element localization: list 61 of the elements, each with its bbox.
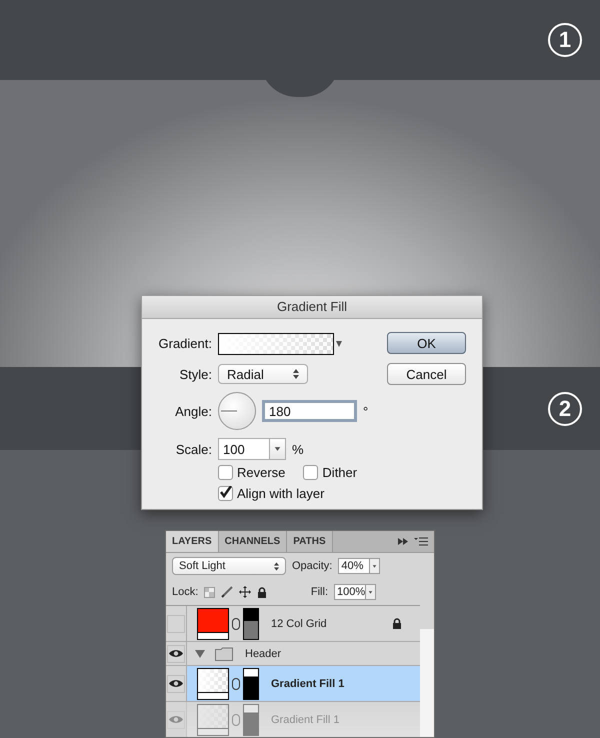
collapse-arrows-icon[interactable] [398,538,408,545]
panel-tab[interactable]: LAYERS [166,531,219,552]
scale-input[interactable]: 100 [218,438,270,460]
mask-thumbnail [243,668,259,700]
field-label: Fill: [310,586,328,598]
field-label: Angle: [174,404,212,418]
stepper-arrows-icon [274,562,279,570]
link-icon [232,714,240,726]
layer-thumbnail [197,704,229,736]
layer-name: Gradient Fill 1 [271,678,344,690]
unit-label: ° [363,404,368,418]
link-icon [232,678,240,690]
layer-thumbnail [197,668,229,700]
menu-icon[interactable] [414,537,428,546]
field-label: Lock: [172,586,198,598]
dialog-button[interactable]: OK [387,332,466,354]
field-label: Scale: [174,442,212,456]
layer-thumbnail [197,608,229,640]
checkbox[interactable]: Dither [303,465,358,480]
dialog-title: Gradient Fill [276,299,348,314]
checkbox[interactable]: Reverse [218,465,286,480]
fill-input[interactable]: 100% [334,584,366,600]
step-number: 1 [548,23,582,57]
panel-tab[interactable]: CHANNELS [218,531,288,552]
layer-row[interactable]: Gradient Fill 1 [166,666,420,702]
angle-input[interactable]: 180 [262,400,357,422]
disclosure-triangle-icon[interactable] [195,648,205,658]
brush-icon[interactable] [221,586,234,598]
checkbox[interactable]: Align with layer [218,486,324,501]
layer-name: Gradient Fill 1 [271,714,340,726]
mask-thumbnail [243,704,259,736]
angle-dial[interactable] [218,392,256,430]
link-icon [232,618,240,630]
folder-icon [215,646,233,660]
blend-mode-dropdown[interactable]: Soft Light [172,557,286,575]
layer-name: Header [245,648,282,660]
field-label: Gradient: [158,335,212,353]
field-label: Opacity: [292,560,332,572]
move-icon[interactable] [239,586,252,598]
angle-line [220,410,238,412]
layer-name: 12 Col Grid [271,618,327,630]
mask-thumbnail [243,608,259,640]
panel-tab[interactable]: PATHS [287,531,333,552]
unit-label: % [292,442,304,456]
field-label: Style: [178,366,212,382]
checkmark-icon [219,486,233,499]
lock-icon[interactable] [257,586,268,598]
eye-icon [169,715,183,724]
eye-icon [169,649,183,658]
eye-icon [169,679,183,688]
dialog-button[interactable]: Cancel [387,363,466,385]
layer-row[interactable]: 12 Col Grid [166,606,420,642]
visibility-toggle[interactable] [167,614,185,632]
dropdown-arrow-icon[interactable] [336,341,342,347]
visibility-toggle[interactable] [167,674,185,692]
visibility-toggle[interactable] [167,644,185,662]
opacity-input[interactable]: 40% [338,558,370,574]
stepper-arrows-icon [293,369,299,379]
step-number: 2 [548,392,582,426]
gradient-picker[interactable] [218,333,334,355]
style-dropdown[interactable]: Radial [218,364,308,384]
